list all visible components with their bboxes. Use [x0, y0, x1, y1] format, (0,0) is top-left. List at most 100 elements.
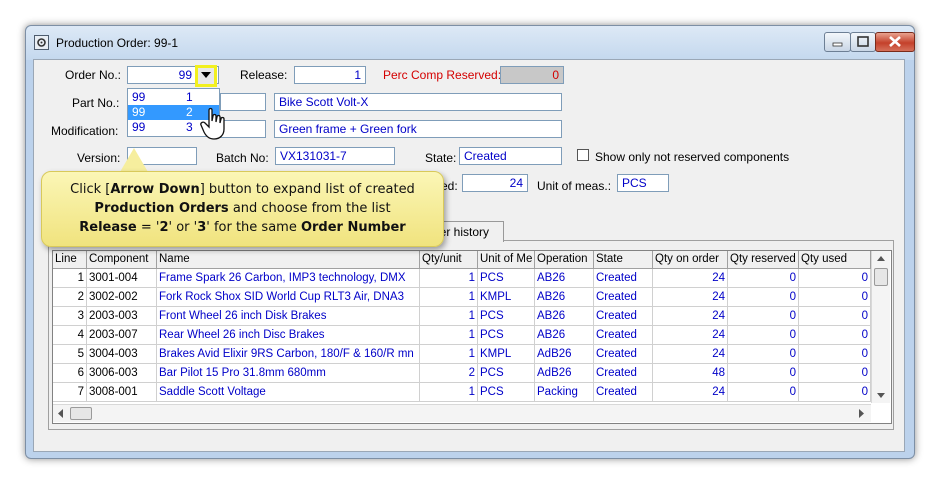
table-cell-operation[interactable]: AdB26: [535, 364, 594, 383]
table-cell-qty-used[interactable]: 0: [799, 269, 871, 288]
table-cell-name[interactable]: Brakes Avid Elixir 9RS Carbon, 180/F & 1…: [157, 345, 420, 364]
table-cell-qty-reserved[interactable]: 0: [728, 269, 799, 288]
close-button[interactable]: [875, 32, 915, 52]
table-cell-operation[interactable]: AdB26: [535, 345, 594, 364]
vertical-scroll-thumb[interactable]: [874, 268, 888, 286]
table-cell-line[interactable]: 6: [53, 364, 87, 383]
table-cell-qty-unit[interactable]: 1: [420, 269, 478, 288]
table-cell-operation[interactable]: Packing: [535, 383, 594, 402]
table-cell-qty-order[interactable]: 48: [653, 364, 728, 383]
table-cell-name[interactable]: Saddle Scott Voltage: [157, 383, 420, 402]
table-cell-line[interactable]: 1: [53, 269, 87, 288]
table-cell-component[interactable]: 3004-003: [87, 345, 157, 364]
table-cell-state[interactable]: Created: [594, 326, 653, 345]
table-cell-component[interactable]: 2003-003: [87, 307, 157, 326]
scroll-right-icon[interactable]: [853, 405, 869, 422]
table-cell-name[interactable]: Frame Spark 26 Carbon, IMP3 technology, …: [157, 269, 420, 288]
table-cell-unit[interactable]: KMPL: [478, 288, 535, 307]
column-header[interactable]: Qty reserved: [728, 251, 799, 269]
table-cell-unit[interactable]: KMPL: [478, 345, 535, 364]
table-cell-name[interactable]: Rear Wheel 26 inch Disc Brakes: [157, 326, 420, 345]
table-cell-state[interactable]: Created: [594, 383, 653, 402]
table-cell-unit[interactable]: PCS: [478, 307, 535, 326]
table-cell-line[interactable]: 7: [53, 383, 87, 402]
table-cell-component[interactable]: 3006-003: [87, 364, 157, 383]
table-cell-operation[interactable]: AB26: [535, 307, 594, 326]
dropdown-option[interactable]: 99 1: [128, 90, 219, 105]
table-cell-unit[interactable]: PCS: [478, 326, 535, 345]
column-header[interactable]: Name: [157, 251, 420, 269]
horizontal-scrollbar[interactable]: [53, 404, 871, 422]
table-cell-unit[interactable]: PCS: [478, 383, 535, 402]
maximize-button[interactable]: [850, 32, 876, 52]
column-header[interactable]: Component: [87, 251, 157, 269]
table-cell-qty-unit[interactable]: 1: [420, 383, 478, 402]
table-cell-qty-unit[interactable]: 1: [420, 288, 478, 307]
table-cell-unit[interactable]: PCS: [478, 269, 535, 288]
scroll-up-icon[interactable]: [872, 251, 890, 267]
table-cell-qty-reserved[interactable]: 0: [728, 364, 799, 383]
minimize-button[interactable]: [824, 32, 851, 52]
batch-no-field[interactable]: VX131031-7: [275, 147, 395, 165]
table-cell-qty-reserved[interactable]: 0: [728, 326, 799, 345]
table-cell-qty-reserved[interactable]: 0: [728, 345, 799, 364]
table-cell-qty-used[interactable]: 0: [799, 288, 871, 307]
table-cell-component[interactable]: 3002-002: [87, 288, 157, 307]
table-cell-component[interactable]: 3008-001: [87, 383, 157, 402]
table-cell-qty-order[interactable]: 24: [653, 345, 728, 364]
table-cell-qty-unit[interactable]: 2: [420, 364, 478, 383]
table-cell-qty-order[interactable]: 24: [653, 307, 728, 326]
order-dropdown-button[interactable]: [195, 65, 217, 87]
scroll-down-icon[interactable]: [872, 387, 890, 403]
table-cell-qty-used[interactable]: 0: [799, 307, 871, 326]
table-cell-name[interactable]: Fork Rock Shox SID World Cup RLT3 Air, D…: [157, 288, 420, 307]
table-cell-qty-order[interactable]: 24: [653, 326, 728, 345]
table-cell-qty-used[interactable]: 0: [799, 383, 871, 402]
table-cell-operation[interactable]: AB26: [535, 288, 594, 307]
table-cell-qty-used[interactable]: 0: [799, 345, 871, 364]
table-cell-line[interactable]: 4: [53, 326, 87, 345]
horizontal-scroll-thumb[interactable]: [70, 407, 92, 420]
table-cell-line[interactable]: 2: [53, 288, 87, 307]
table-cell-unit[interactable]: PCS: [478, 364, 535, 383]
table-cell-qty-order[interactable]: 24: [653, 383, 728, 402]
table-cell-qty-used[interactable]: 0: [799, 326, 871, 345]
table-cell-qty-order[interactable]: 24: [653, 269, 728, 288]
table-cell-state[interactable]: Created: [594, 288, 653, 307]
column-header[interactable]: Line: [53, 251, 87, 269]
table-cell-qty-reserved[interactable]: 0: [728, 383, 799, 402]
table-cell-name[interactable]: Front Wheel 26 inch Disk Brakes: [157, 307, 420, 326]
table-cell-qty-reserved[interactable]: 0: [728, 288, 799, 307]
table-cell-state[interactable]: Created: [594, 269, 653, 288]
column-header[interactable]: Qty/unit: [420, 251, 478, 269]
table-cell-component[interactable]: 2003-007: [87, 326, 157, 345]
table-cell-state[interactable]: Created: [594, 364, 653, 383]
table-cell-name[interactable]: Bar Pilot 15 Pro 31.8mm 680mm: [157, 364, 420, 383]
column-header[interactable]: Qty used: [799, 251, 871, 269]
table-cell-operation[interactable]: AB26: [535, 326, 594, 345]
table-cell-line[interactable]: 5: [53, 345, 87, 364]
release-field[interactable]: 1: [294, 66, 366, 84]
dropdown-option-order: 99: [132, 120, 146, 134]
table-cell-qty-used[interactable]: 0: [799, 364, 871, 383]
table-cell-component[interactable]: 3001-004: [87, 269, 157, 288]
table-cell-qty-unit[interactable]: 1: [420, 345, 478, 364]
table-cell-qty-reserved[interactable]: 0: [728, 307, 799, 326]
column-header[interactable]: Unit of Me: [478, 251, 535, 269]
maximize-icon: [857, 36, 869, 47]
show-only-not-reserved-checkbox[interactable]: [577, 149, 589, 161]
table-cell-qty-order[interactable]: 24: [653, 288, 728, 307]
scroll-left-icon[interactable]: [53, 405, 69, 422]
table-cell-qty-unit[interactable]: 1: [420, 326, 478, 345]
column-header[interactable]: State: [594, 251, 653, 269]
column-header[interactable]: Qty on order: [653, 251, 728, 269]
table-cell-qty-unit[interactable]: 1: [420, 307, 478, 326]
vertical-scrollbar[interactable]: [871, 251, 890, 403]
column-header[interactable]: Operation: [535, 251, 594, 269]
unit-of-meas-field[interactable]: PCS: [617, 174, 669, 192]
table-cell-state[interactable]: Created: [594, 307, 653, 326]
qty-field[interactable]: 24: [462, 174, 528, 192]
table-cell-line[interactable]: 3: [53, 307, 87, 326]
table-cell-state[interactable]: Created: [594, 345, 653, 364]
table-cell-operation[interactable]: AB26: [535, 269, 594, 288]
